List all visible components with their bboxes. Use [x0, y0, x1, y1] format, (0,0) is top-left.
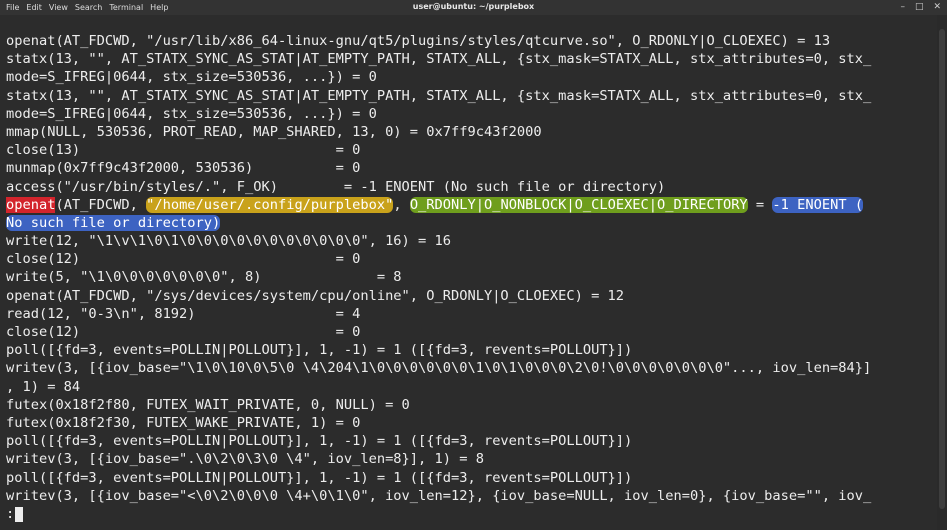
terminal-line: munmap(0x7ff9c43f2000, 530536) = 0: [6, 160, 361, 177]
menu-file[interactable]: File: [6, 1, 19, 14]
terminal-line: close(12) = 0: [6, 251, 361, 268]
menu-terminal[interactable]: Terminal: [109, 1, 143, 14]
terminal-line: futex(0x18f2f80, FUTEX_WAIT_PRIVATE, 0, …: [6, 396, 410, 413]
terminal-line: mmap(NULL, 530536, PROT_READ, MAP_SHARED…: [6, 123, 542, 140]
menu-help[interactable]: Help: [150, 1, 168, 14]
highlight-path: "/home/user/.config/purplebox": [146, 196, 394, 213]
terminal-line: , 1) = 84: [6, 378, 81, 395]
highlight-sep: ,: [393, 196, 410, 213]
highlight-flags: O_RDONLY|O_NONBLOCK|O_CLOEXEC|O_DIRECTOR…: [409, 196, 748, 213]
terminal-line: openat(AT_FDCWD, "/usr/lib/x86_64-linux-…: [6, 33, 831, 49]
highlight-function: openat: [6, 196, 56, 213]
terminal-line: write(5, "\1\0\0\0\0\0\0\0", 8) = 8: [6, 269, 402, 286]
highlighted-syscall-line: openat(AT_FDCWD, "/home/user/.config/pur…: [6, 196, 871, 214]
terminal-line: statx(13, "", AT_STATX_SYNC_AS_STAT|AT_E…: [6, 87, 872, 104]
terminal-line: access("/usr/bin/styles/.", F_OK) = -1 E…: [6, 178, 666, 195]
terminal-line: mode=S_IFREG|0644, stx_size=530536, ...}…: [6, 69, 377, 86]
highlight-arg: (AT_FDCWD,: [55, 196, 147, 213]
window-controls: – □ ✕: [900, 1, 941, 14]
minimize-icon[interactable]: –: [900, 1, 905, 14]
window-titlebar: File Edit View Search Terminal Help user…: [0, 0, 947, 15]
prompt-text: :: [6, 506, 15, 522]
scrollbar-thumb[interactable]: [939, 29, 945, 509]
terminal-line: openat(AT_FDCWD, "/sys/devices/system/cp…: [6, 287, 625, 304]
menu-view[interactable]: View: [49, 1, 68, 14]
highlight-result: -1 ENOENT (: [772, 196, 864, 213]
maximize-icon[interactable]: □: [915, 1, 924, 14]
terminal-line: poll([{fd=3, events=POLLIN|POLLOUT}], 1,…: [6, 469, 633, 486]
terminal-line: mode=S_IFREG|0644, stx_size=530536, ...}…: [6, 105, 377, 122]
terminal-line: close(13) = 0: [6, 142, 361, 159]
terminal-output[interactable]: openat(AT_FDCWD, "/usr/lib/x86_64-linux-…: [0, 15, 937, 530]
terminal-line: poll([{fd=3, events=POLLIN|POLLOUT}], 1,…: [6, 342, 633, 359]
terminal-line: close(12) = 0: [6, 324, 361, 340]
pager-prompt[interactable]: :: [6, 505, 24, 523]
terminal-line: futex(0x18f2f30, FUTEX_WAKE_PRIVATE, 1) …: [6, 414, 361, 431]
highlight-sep: =: [747, 196, 773, 213]
terminal-line: poll([{fd=3, events=POLLIN|POLLOUT}], 1,…: [6, 433, 633, 450]
terminal-line: read(12, "0-3\n", 8192) = 4: [6, 305, 361, 322]
scrollbar[interactable]: [937, 15, 947, 530]
text-cursor: [15, 506, 24, 522]
terminal-line: writev(3, [{iov_base=".\0\2\0\3\0 \4", i…: [6, 451, 484, 468]
menu-search[interactable]: Search: [75, 1, 102, 14]
close-icon[interactable]: ✕: [933, 1, 941, 14]
terminal-line: writev(3, [{iov_base="<\0\2\0\0\0 \4+\0\…: [6, 487, 872, 504]
terminal-line: write(12, "\1\v\1\0\1\0\0\0\0\0\0\0\0\0\…: [6, 233, 451, 250]
menu-bar: File Edit View Search Terminal Help: [6, 1, 168, 14]
highlighted-syscall-line-cont: No such file or directory): [6, 214, 871, 232]
terminal-lines: openat(AT_FDCWD, "/usr/lib/x86_64-linux-…: [6, 32, 871, 505]
highlight-result-cont: No such file or directory): [6, 214, 221, 231]
terminal-line: writev(3, [{iov_base="\1\0\10\0\5\0 \4\2…: [6, 360, 872, 377]
menu-edit[interactable]: Edit: [26, 1, 42, 14]
terminal-line: statx(13, "", AT_STATX_SYNC_AS_STAT|AT_E…: [6, 51, 872, 68]
